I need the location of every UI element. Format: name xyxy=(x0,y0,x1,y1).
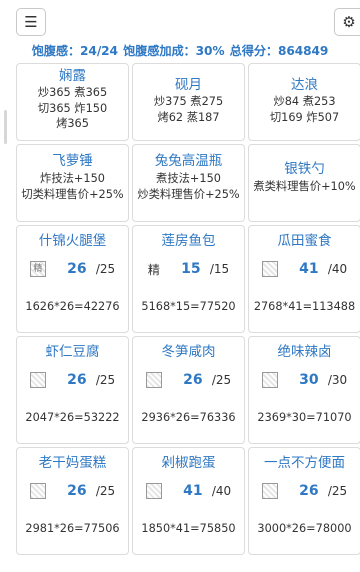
chef-card[interactable]: 达浪 炒84 煮253 切169 炸507 xyxy=(248,63,360,141)
dish-score-formula: 1626*26=42276 xyxy=(25,300,120,313)
dish-card[interactable]: 剁椒跑蛋 41/40 1850*41=75850 xyxy=(132,447,245,555)
dish-name: 瓜田蜜食 xyxy=(277,233,332,249)
tool-effect-line: 煮技法+150 xyxy=(156,172,221,185)
dish-quantity-max: /40 xyxy=(327,262,348,276)
dish-quantity[interactable]: 30 xyxy=(296,372,322,388)
chef-card[interactable]: 娴露 炒365 煮365 切365 炸150 烤365 xyxy=(16,63,129,141)
tool-effect-line: 炒类料理售价+25% xyxy=(137,187,240,201)
chef-skill-line: 炒375 煮275 xyxy=(153,95,224,108)
dish-card[interactable]: 冬笋咸肉 26/25 2936*26=76336 xyxy=(132,336,245,444)
gear-icon: ⚙ xyxy=(342,13,356,31)
tool-card[interactable]: 兔兔高温瓶 煮技法+150 炒类料理售价+25% xyxy=(132,144,245,222)
dish-card[interactable]: 一点不方便面 26/25 3000*26=78000 xyxy=(248,447,360,555)
dish-card[interactable]: 虾仁豆腐 26/25 2047*26=53222 xyxy=(16,336,129,444)
dish-quantity[interactable]: 26 xyxy=(296,483,322,499)
score-summary: 饱腹感：24/24 饱腹感加成：30% 总得分：864849 xyxy=(0,41,360,59)
chef-card[interactable]: 砚月 炒375 煮275 烤62 蒸187 xyxy=(132,63,245,141)
tool-effect-line: 煮类料理售价+10% xyxy=(253,180,356,193)
dish-score-formula: 2369*30=71070 xyxy=(257,411,352,424)
dish-image-icon xyxy=(145,483,162,499)
top-bar: ☰ ⚙ xyxy=(0,0,360,40)
dish-category-label: 精 xyxy=(147,262,160,277)
dish-name: 剁椒跑蛋 xyxy=(161,455,216,471)
dish-image-icon: 精 xyxy=(29,261,46,277)
dish-quantity-max: /25 xyxy=(211,373,232,387)
dish-score-formula: 2981*26=77506 xyxy=(25,522,120,535)
dish-name: 什锦火腿堡 xyxy=(38,233,107,249)
satiety-bonus-text: 饱腹感加成：30% xyxy=(123,44,225,58)
dish-quantity-max: /15 xyxy=(209,262,230,276)
dish-score-formula: 3000*26=78000 xyxy=(257,522,352,535)
dish-image-icon xyxy=(261,483,278,499)
dish-image-icon xyxy=(261,261,278,277)
dish-name: 绝味辣卤 xyxy=(277,344,332,360)
dish-quantity-max: /25 xyxy=(327,484,348,498)
chef-skill-line: 切365 炸150 xyxy=(37,101,108,115)
tool-card[interactable]: 飞萝锤 炸技法+150 切类料理售价+25% xyxy=(16,144,129,222)
dish-image-icon xyxy=(261,372,278,388)
dish-card[interactable]: 莲房鱼包 精 15/15 5168*15=77520 xyxy=(132,225,245,333)
dish-quantity-max: /25 xyxy=(95,262,116,276)
dish-image-icon xyxy=(29,483,46,499)
dish-image-icon xyxy=(145,372,162,388)
dish-quantity-max: /40 xyxy=(211,484,232,498)
tool-effect-line: 切类料理售价+25% xyxy=(21,187,124,201)
dish-score-formula: 2047*26=53222 xyxy=(25,411,120,424)
dish-quantity[interactable]: 26 xyxy=(64,372,90,388)
dish-quantity-max: /30 xyxy=(327,373,348,387)
satiety-text: 饱腹感：24/24 xyxy=(31,44,118,58)
dish-score-formula: 2768*41=113488 xyxy=(253,300,356,313)
dish-quantity[interactable]: 41 xyxy=(180,483,206,499)
dish-name: 一点不方便面 xyxy=(264,455,345,471)
dish-card[interactable]: 什锦火腿堡 精 26/25 1626*26=42276 xyxy=(16,225,129,333)
chef-name: 娴露 xyxy=(59,68,86,84)
total-score-text: 总得分：864849 xyxy=(229,44,329,58)
scroll-indicator xyxy=(4,110,7,144)
dish-quantity[interactable]: 41 xyxy=(296,261,322,277)
dish-name: 虾仁豆腐 xyxy=(45,344,100,360)
dish-quantity-max: /25 xyxy=(95,373,116,387)
chef-skill-line: 烤365 xyxy=(56,117,89,130)
dish-quantity-max: /25 xyxy=(95,484,116,498)
settings-button[interactable]: ⚙ xyxy=(334,8,360,36)
chef-name: 砚月 xyxy=(175,77,202,93)
chef-skill-line: 炒365 煮365 xyxy=(37,86,108,99)
dish-name: 冬笋咸肉 xyxy=(161,344,216,360)
dish-name: 莲房鱼包 xyxy=(161,233,216,249)
dish-card[interactable]: 瓜田蜜食 41/40 2768*41=113488 xyxy=(248,225,360,333)
chef-skill-line: 炒84 煮253 xyxy=(273,95,336,108)
menu-button[interactable]: ☰ xyxy=(16,8,46,36)
tool-card[interactable]: 银铁勺 煮类料理售价+10% xyxy=(248,144,360,222)
dish-card[interactable]: 老干妈蛋糕 26/25 2981*26=77506 xyxy=(16,447,129,555)
chef-name: 达浪 xyxy=(291,77,318,93)
dish-score-formula: 5168*15=77520 xyxy=(141,300,236,313)
dish-score-formula: 2936*26=76336 xyxy=(141,411,236,424)
chef-skill-line: 切169 炸507 xyxy=(269,110,340,124)
tool-name: 兔兔高温瓶 xyxy=(154,153,223,169)
card-grid: 娴露 炒365 煮365 切365 炸150 烤365 砚月 炒375 煮275… xyxy=(16,63,360,555)
tool-name: 银铁勺 xyxy=(284,161,325,177)
dish-quantity[interactable]: 15 xyxy=(178,261,204,277)
dish-image-icon xyxy=(29,372,46,388)
tool-effect-line: 炸技法+150 xyxy=(40,172,105,185)
dish-quantity[interactable]: 26 xyxy=(64,261,90,277)
menu-icon: ☰ xyxy=(24,13,38,31)
tool-name: 飞萝锤 xyxy=(52,153,93,169)
dish-card[interactable]: 绝味辣卤 30/30 2369*30=71070 xyxy=(248,336,360,444)
dish-score-formula: 1850*41=75850 xyxy=(141,522,236,535)
dish-name: 老干妈蛋糕 xyxy=(38,455,107,471)
dish-quantity[interactable]: 26 xyxy=(64,483,90,499)
dish-quantity[interactable]: 26 xyxy=(180,372,206,388)
chef-skill-line: 烤62 蒸187 xyxy=(157,110,220,124)
